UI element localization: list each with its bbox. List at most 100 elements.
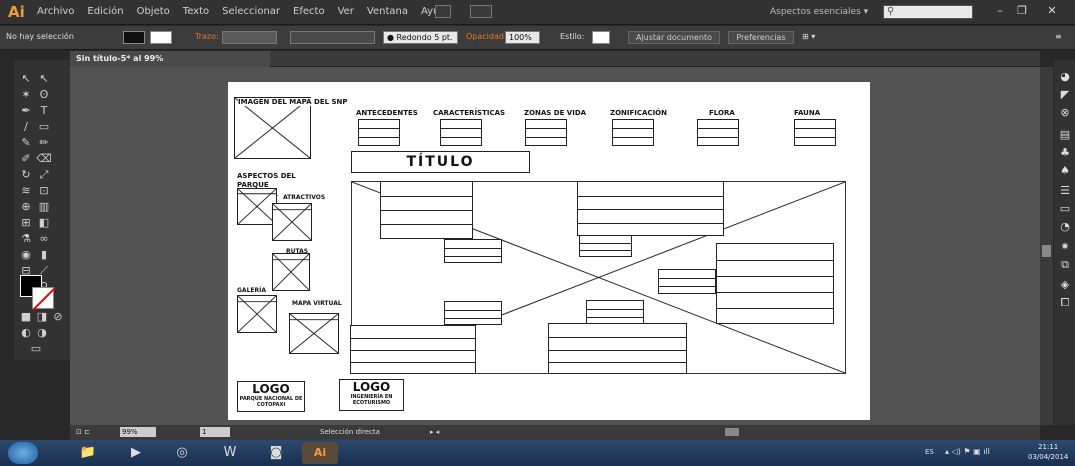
illustrator-taskbar-icon[interactable]: Ai — [302, 442, 338, 464]
panel-menu-icon[interactable]: ≡ — [1055, 32, 1062, 41]
screen-mode-icon[interactable]: ▭ — [28, 342, 44, 355]
flora-table — [697, 119, 739, 146]
menu-efecto[interactable]: Efecto — [293, 6, 325, 17]
draw-behind-icon[interactable]: ◑ — [34, 326, 50, 339]
appearance-icon[interactable]: ✷ — [1057, 240, 1073, 253]
arrange-documents-button[interactable] — [470, 5, 492, 18]
artboard-number-field[interactable]: 1 — [200, 427, 230, 437]
vertical-scrollbar[interactable] — [1040, 67, 1053, 425]
line-tool-icon[interactable]: ∕ — [18, 120, 34, 133]
media-player-icon[interactable]: ▶ — [118, 442, 154, 464]
document-setup-button[interactable]: Ajustar documento — [628, 31, 720, 44]
rectangle-tool-icon[interactable]: ▭ — [36, 120, 52, 133]
color-guide-icon[interactable]: ◤ — [1057, 88, 1073, 101]
rotate-tool-icon[interactable]: ↻ — [18, 168, 34, 181]
blob-brush-tool-icon[interactable]: ✐ — [18, 152, 34, 165]
bridge-button[interactable] — [435, 5, 451, 18]
zoom-field[interactable]: 99% — [120, 427, 156, 437]
artboard[interactable]: IMAGEN DEL MAPA DEL SNP ANTECEDENTES CAR… — [228, 82, 870, 420]
lasso-tool-icon[interactable]: ʘ — [36, 88, 52, 101]
color-panel-icon[interactable]: ◕ — [1057, 70, 1073, 83]
mesh-tool-icon[interactable]: ⊞ — [18, 216, 34, 229]
menu-edicion[interactable]: Edición — [87, 6, 123, 17]
graph-tool-icon[interactable]: ▥ — [36, 200, 52, 213]
firefox-icon[interactable]: ◎ — [164, 442, 200, 464]
stroke-color-box[interactable] — [32, 287, 56, 311]
fill-swatch[interactable] — [123, 31, 145, 44]
none-mode-icon[interactable]: ⊘ — [50, 310, 66, 323]
menu-objeto[interactable]: Objeto — [137, 6, 170, 17]
control-bar: No hay selección Trazo: ● Redondo 5 pt. … — [0, 26, 1075, 50]
virtual-map-photo — [289, 313, 339, 354]
stroke-swatch[interactable] — [150, 31, 172, 44]
info-table-2 — [577, 181, 724, 236]
acrobat-icon[interactable]: ◙ — [258, 442, 294, 464]
preferences-button[interactable]: Preferencias — [728, 31, 794, 44]
search-input[interactable]: ⚲ — [883, 5, 973, 19]
shape-builder-tool-icon[interactable]: ⊕ — [18, 200, 34, 213]
opacity-label[interactable]: Opacidad: — [466, 32, 507, 41]
document-tab-bar: Sin título-5* al 99% (CMYK/Previsualizar… — [70, 51, 1040, 79]
zonas-de-vida-table — [525, 119, 567, 146]
warp-tool-icon[interactable]: ≋ — [18, 184, 34, 197]
brush-field[interactable]: ● Redondo 5 pt. — [383, 31, 458, 44]
status-arrow-icon[interactable]: ▸ ◂ — [430, 428, 439, 436]
gradient-panel-icon[interactable]: ▭ — [1057, 202, 1073, 215]
artboard-nav-icon[interactable]: ⊡ ⊏ — [76, 428, 90, 436]
language-indicator[interactable]: ES — [925, 448, 934, 456]
layers-panel-icon[interactable]: ⧉ — [1057, 258, 1073, 272]
column-graph-tool-icon[interactable]: ▮ — [36, 248, 52, 261]
paintbrush-tool-icon[interactable]: ✎ — [18, 136, 34, 149]
gradient-tool-icon[interactable]: ◧ — [36, 216, 52, 229]
blend-tool-icon[interactable]: ∞ — [36, 232, 52, 245]
canvas-area[interactable]: IMAGEN DEL MAPA DEL SNP ANTECEDENTES CAR… — [70, 67, 1040, 425]
stroke-weight-field[interactable] — [222, 31, 277, 44]
style-swatch[interactable] — [592, 31, 610, 44]
layers-icon[interactable]: ◈ — [1057, 278, 1073, 291]
close-button[interactable]: ✕ — [1040, 4, 1064, 18]
menu-bar: Ai Archivo Edición Objeto Texto Seleccio… — [0, 0, 1075, 25]
symbols-icon[interactable]: ♣ — [1057, 146, 1073, 159]
selection-status: No hay selección — [6, 32, 74, 41]
graphic-styles-icon[interactable]: ♠ — [1057, 164, 1073, 177]
type-tool-icon[interactable]: T — [36, 104, 52, 117]
stroke-label[interactable]: Trazo: — [195, 32, 219, 41]
scale-tool-icon[interactable]: ⤢ — [36, 168, 52, 182]
workspace-switcher[interactable]: Aspectos esenciales ▾ — [770, 7, 868, 17]
draw-normal-icon[interactable]: ◐ — [18, 326, 34, 339]
transparency-icon[interactable]: ◔ — [1057, 220, 1073, 233]
stroke-panel-icon[interactable]: ☰ — [1057, 184, 1073, 197]
eraser-tool-icon[interactable]: ⌫ — [36, 152, 52, 165]
restore-button[interactable]: ❐ — [1012, 4, 1032, 18]
explorer-icon[interactable]: 📁 — [70, 442, 106, 464]
horizontal-scroll-thumb[interactable] — [725, 428, 739, 436]
opacity-field[interactable]: 100% — [505, 31, 540, 44]
minimize-button[interactable]: – — [990, 4, 1010, 18]
menu-texto[interactable]: Texto — [183, 6, 209, 17]
menu-seleccionar[interactable]: Seleccionar — [222, 6, 280, 17]
eyedropper-tool-icon[interactable]: ⚗ — [18, 232, 34, 245]
magic-wand-tool-icon[interactable]: ✶ — [18, 88, 34, 101]
word-icon[interactable]: W — [212, 442, 248, 464]
menu-ver[interactable]: Ver — [338, 6, 354, 17]
gradient-mode-icon[interactable]: ◨ — [34, 310, 50, 323]
free-transform-tool-icon[interactable]: ⊡ — [36, 184, 52, 197]
brushes-icon[interactable]: ▤ — [1057, 128, 1073, 141]
align-options-icon[interactable]: ⊞ ▾ — [802, 32, 815, 41]
artboards-icon[interactable]: ⧠ — [1057, 296, 1073, 310]
tray-icons[interactable]: ▴ ◁) ⚑ ▣ ıll — [945, 447, 990, 456]
symbol-sprayer-tool-icon[interactable]: ◉ — [18, 248, 34, 261]
clock[interactable]: 21:11 03/04/2014 — [1028, 442, 1068, 462]
scroll-thumb[interactable] — [1042, 245, 1051, 257]
pen-tool-icon[interactable]: ✒ — [18, 104, 34, 117]
start-button[interactable] — [8, 442, 38, 464]
variable-width-field[interactable] — [290, 31, 375, 44]
tab-document[interactable]: Sin título-5* al 99% (CMYK/Previsualizar… — [70, 51, 270, 79]
menu-archivo[interactable]: Archivo — [37, 6, 74, 17]
direct-selection-tool-icon[interactable]: ↖ — [36, 72, 52, 85]
swatches-icon[interactable]: ⊗ — [1057, 106, 1073, 119]
color-mode-icon[interactable]: ■ — [18, 310, 34, 323]
menu-ventana[interactable]: Ventana — [367, 6, 408, 17]
selection-tool-icon[interactable]: ↖ — [18, 72, 34, 85]
pencil-tool-icon[interactable]: ✏ — [36, 136, 52, 149]
